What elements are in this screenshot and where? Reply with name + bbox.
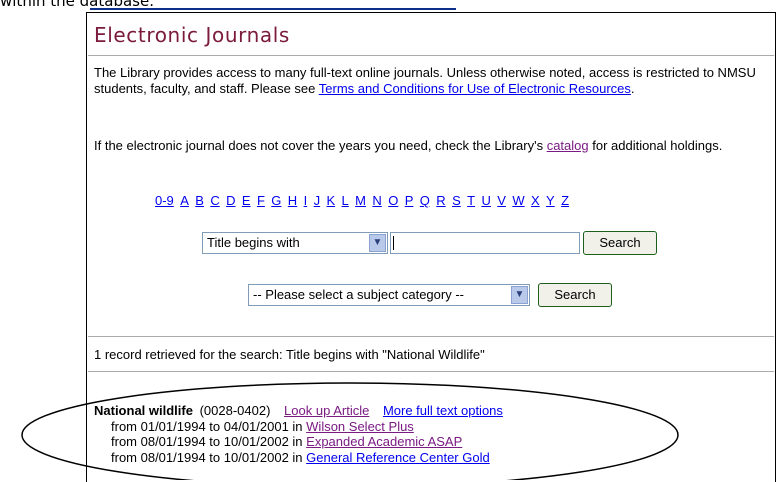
alphabet-link[interactable]: X [531, 193, 540, 208]
alphabet-link[interactable]: F [257, 193, 265, 208]
page-title: Electronic Journals [94, 23, 290, 47]
alphabet-link[interactable]: N [372, 193, 381, 208]
title-search-mode-select[interactable]: Title begins with ▼ [202, 232, 388, 254]
alphabet-link[interactable]: Z [561, 193, 569, 208]
highlight-ellipse [21, 382, 679, 480]
alphabet-link[interactable]: S [452, 193, 461, 208]
chevron-down-icon: ▼ [511, 286, 528, 304]
alphabet-link[interactable]: Q [420, 193, 430, 208]
subject-category-value: -- Please select a subject category -- [253, 287, 464, 302]
result-status: 1 record retrieved for the search: Title… [94, 347, 485, 362]
alphabet-link[interactable]: E [242, 193, 251, 208]
alphabet-link[interactable]: G [271, 193, 281, 208]
subject-search-button[interactable]: Search [538, 283, 612, 307]
chevron-down-icon: ▼ [369, 234, 386, 252]
title-search-input[interactable] [390, 232, 580, 254]
title-divider [88, 55, 774, 56]
coverage-paragraph: If the electronic journal does not cover… [94, 138, 756, 154]
alphabet-link[interactable]: R [436, 193, 445, 208]
alphabet-link[interactable]: Y [546, 193, 555, 208]
alphabet-link[interactable]: K [326, 193, 335, 208]
subject-category-select[interactable]: -- Please select a subject category -- ▼ [248, 284, 530, 306]
coverage-text-end: for additional holdings. [588, 138, 723, 153]
alphabet-link[interactable]: W [512, 193, 524, 208]
alphabet-link[interactable]: V [497, 193, 506, 208]
alphabet-link[interactable]: U [481, 193, 490, 208]
alphabet-index: 0-9 A B C D E F G H I J K L M N O P Q R S T U V W X Y Z [155, 193, 715, 208]
alphabet-link[interactable]: M [355, 193, 366, 208]
text-caret [393, 236, 394, 250]
alphabet-link[interactable]: T [467, 193, 475, 208]
alphabet-link[interactable]: L [342, 193, 349, 208]
alphabet-link[interactable]: J [314, 193, 321, 208]
intro-paragraph: The Library provides access to many full… [94, 65, 756, 96]
alphabet-link[interactable]: H [288, 193, 297, 208]
intro-period: . [630, 80, 635, 96]
title-search-button[interactable]: Search [583, 231, 657, 255]
catalog-link[interactable]: catalog [547, 138, 589, 153]
terms-link[interactable]: Terms and Conditions for Use of Electron… [319, 81, 631, 96]
alphabet-link[interactable]: D [226, 193, 235, 208]
title-search-mode-value: Title begins with [207, 235, 300, 250]
coverage-text: If the electronic journal does not cover… [94, 138, 547, 153]
alphabet-link[interactable]: I [304, 193, 308, 208]
top-rule [90, 8, 456, 10]
alphabet-link[interactable]: C [210, 193, 219, 208]
alphabet-link[interactable]: O [388, 193, 398, 208]
alphabet-link[interactable]: 0-9 [155, 193, 174, 208]
alphabet-link[interactable]: A [180, 193, 189, 208]
results-divider [88, 336, 774, 337]
record-divider [88, 371, 774, 372]
alphabet-link[interactable]: P [405, 193, 414, 208]
alphabet-link[interactable]: B [195, 193, 204, 208]
